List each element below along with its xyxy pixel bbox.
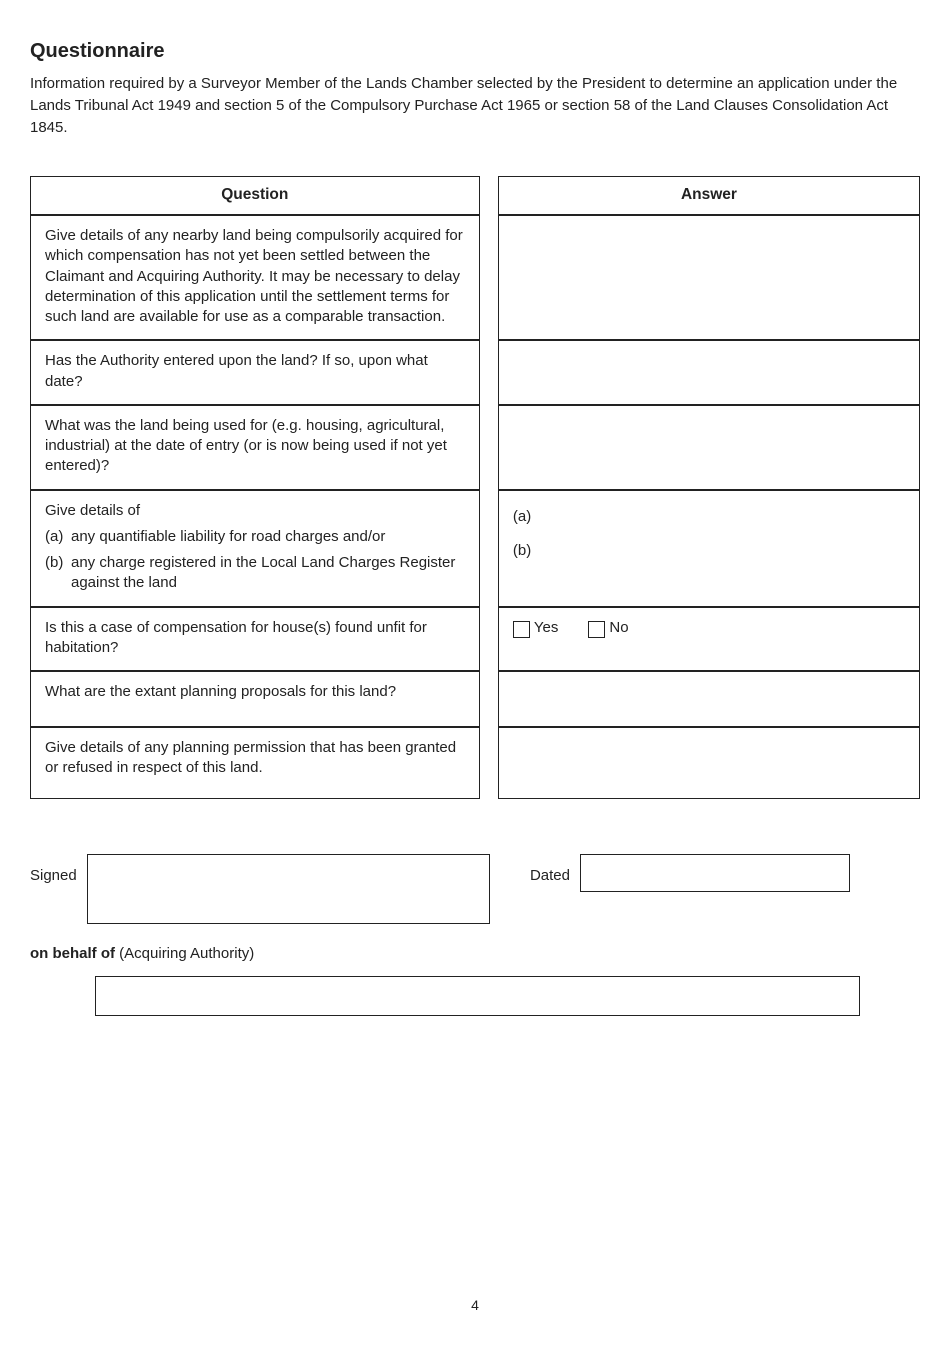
question-3: What was the land being used for (e.g. h… — [30, 405, 480, 490]
header-question: Question — [30, 176, 480, 215]
dated-label: Dated — [530, 854, 570, 886]
page-number: 4 — [30, 1296, 920, 1315]
checkbox-yes-wrap[interactable]: Yes — [513, 618, 558, 638]
answer-2[interactable] — [498, 340, 920, 405]
gap — [480, 671, 498, 727]
gap — [480, 405, 498, 490]
q4-lead: Give details of — [45, 501, 465, 521]
question-5: Is this a case of compensation for house… — [30, 607, 480, 672]
question-1: Give details of any nearby land being co… — [30, 215, 480, 340]
answer-4a[interactable]: (a) — [513, 507, 905, 527]
dated-input[interactable] — [580, 854, 850, 892]
q4-a-text: any quantifiable liability for road char… — [71, 527, 385, 547]
questionnaire-table: Question Answer Give details of any near… — [30, 176, 920, 799]
gap — [480, 490, 498, 607]
answer-1[interactable] — [498, 215, 920, 340]
answer-6[interactable] — [498, 671, 920, 727]
question-6: What are the extant planning proposals f… — [30, 671, 480, 727]
checkbox-no-wrap[interactable]: No — [588, 618, 628, 638]
answer-4b[interactable]: (b) — [513, 541, 905, 561]
behalf-prefix: on behalf of — [30, 945, 119, 962]
q4-a-tag: (a) — [45, 527, 71, 547]
gap — [480, 340, 498, 405]
gap — [480, 607, 498, 672]
on-behalf-row: on behalf of (Acquiring Authority) — [30, 944, 920, 964]
behalf-input[interactable] — [95, 976, 860, 1016]
answer-3[interactable] — [498, 405, 920, 490]
question-4: Give details of (a) any quantifiable lia… — [30, 490, 480, 607]
header-answer: Answer — [498, 176, 920, 215]
checkbox-no[interactable] — [588, 621, 605, 638]
answer-5: Yes No — [498, 607, 920, 672]
signature-row: Signed Dated — [30, 854, 920, 924]
signed-input[interactable] — [87, 854, 490, 924]
page-title: Questionnaire — [30, 38, 920, 65]
answer-4[interactable]: (a) (b) — [498, 490, 920, 607]
label-no: No — [609, 618, 628, 638]
gap — [480, 727, 498, 799]
signed-label: Signed — [30, 854, 77, 886]
answer-7[interactable] — [498, 727, 920, 799]
gap — [480, 215, 498, 340]
gap — [480, 176, 498, 215]
q4-b-text: any charge registered in the Local Land … — [71, 553, 465, 594]
behalf-role: (Acquiring Authority) — [119, 945, 254, 962]
question-7: Give details of any planning permission … — [30, 727, 480, 799]
question-2: Has the Authority entered upon the land?… — [30, 340, 480, 405]
checkbox-yes[interactable] — [513, 621, 530, 638]
label-yes: Yes — [534, 618, 558, 638]
q4-b-tag: (b) — [45, 553, 71, 594]
intro-paragraph: Information required by a Surveyor Membe… — [30, 73, 920, 138]
